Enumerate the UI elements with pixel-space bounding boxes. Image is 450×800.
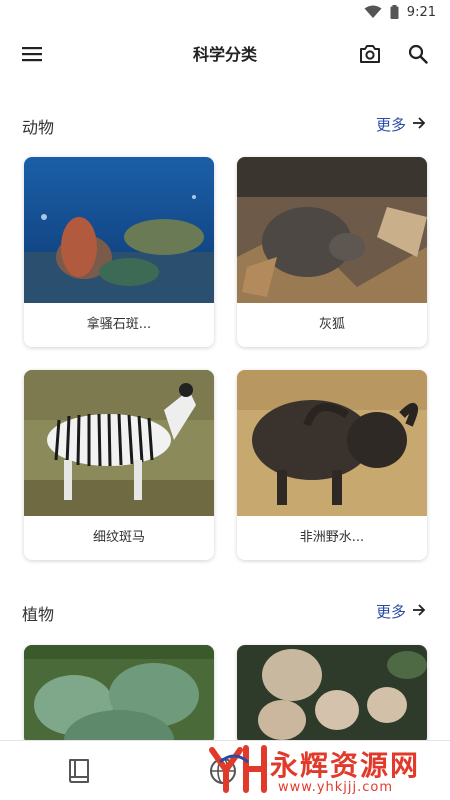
camera-button[interactable]: [355, 41, 385, 71]
photo-plant: [237, 645, 427, 745]
menu-icon: [22, 46, 42, 66]
more-link-animals[interactable]: 更多: [376, 114, 426, 135]
photo-nassau-grouper: [24, 157, 214, 303]
wifi-icon: [364, 5, 382, 19]
card-label: 灰狐: [318, 317, 345, 332]
camera-icon: [359, 44, 381, 68]
card-label: 拿骚石斑...: [86, 317, 152, 332]
card-label: 非洲野水...: [299, 530, 365, 545]
card-grevys-zebra[interactable]: 细纹斑马: [24, 370, 214, 560]
section-title: 动物: [22, 118, 55, 137]
section-header-plants: 植物 更多: [0, 597, 450, 627]
status-bar: 9:21: [0, 0, 450, 24]
photo-plant: [24, 645, 214, 745]
section-title: 植物: [22, 605, 55, 624]
photo-grevys-zebra: [24, 370, 214, 516]
more-link-plants[interactable]: 更多: [376, 601, 426, 622]
app-bar: 科学分类: [0, 24, 450, 86]
arrow-right-icon: [412, 603, 426, 621]
book-icon[interactable]: [66, 757, 94, 785]
arrow-right-icon: [412, 116, 426, 134]
globe-icon[interactable]: [205, 755, 241, 787]
bottom-nav: [0, 740, 450, 800]
card-african-buffalo[interactable]: 非洲野水...: [237, 370, 427, 560]
card-plant-broccoli[interactable]: [24, 645, 214, 745]
battery-icon: [390, 5, 399, 19]
menu-button[interactable]: [16, 42, 48, 70]
search-button[interactable]: [403, 41, 433, 71]
card-grey-fox[interactable]: 灰狐: [237, 157, 427, 347]
more-label: 更多: [375, 603, 406, 621]
photo-grey-fox: [237, 157, 427, 303]
photo-african-buffalo: [237, 370, 427, 516]
search-icon: [408, 44, 428, 68]
card-label: 细纹斑马: [92, 530, 145, 545]
more-label: 更多: [375, 116, 406, 134]
card-plant-potato[interactable]: [237, 645, 427, 745]
status-time: 9:21: [406, 4, 436, 20]
section-header-animals: 动物 更多: [0, 110, 450, 140]
card-nassau-grouper[interactable]: 拿骚石斑...: [24, 157, 214, 347]
